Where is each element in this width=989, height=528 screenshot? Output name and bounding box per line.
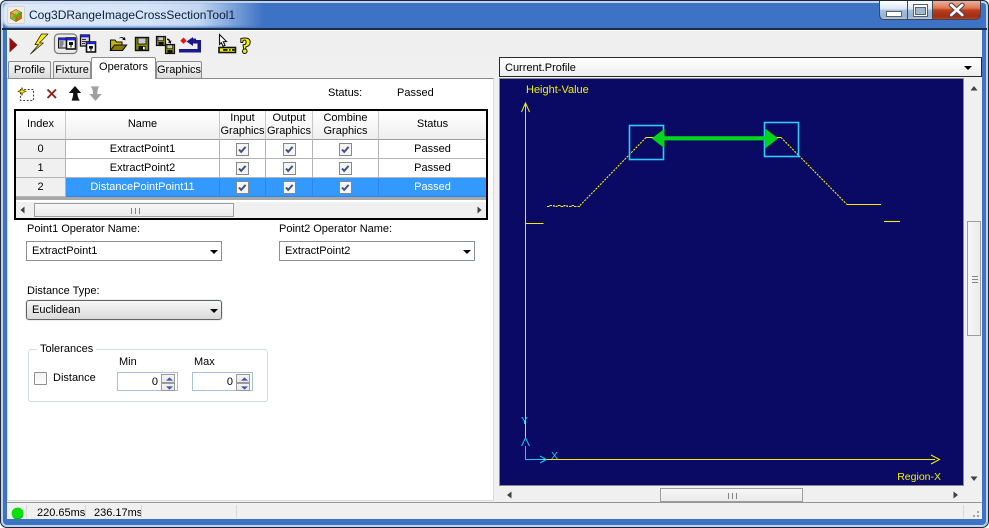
svg-text:?: ? <box>240 33 251 58</box>
svg-text:Y: Y <box>521 415 528 427</box>
svg-text:Region-X: Region-X <box>897 471 941 483</box>
svg-text:X: X <box>551 450 558 462</box>
svg-text:Height-Value: Height-Value <box>526 84 589 96</box>
